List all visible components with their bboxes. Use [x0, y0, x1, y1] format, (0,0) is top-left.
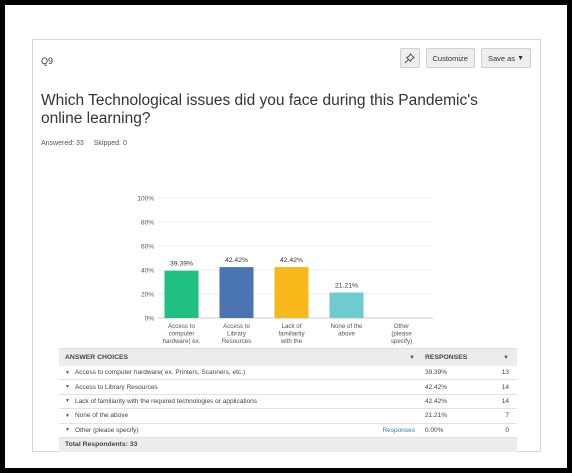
response-percent: 42.42% — [425, 383, 448, 391]
answer-choice-label: Lack of familiarity with the required te… — [74, 397, 258, 405]
response-count: 13 — [501, 369, 509, 377]
response-count: 14 — [501, 397, 509, 405]
category-label: (please — [391, 331, 412, 338]
answered-count: Answered: 33 — [41, 140, 84, 147]
header-choices-label: ANSWER CHOICES — [65, 354, 129, 361]
table-row: ▼ Access to computer hardware( ex. Printe… — [59, 366, 517, 381]
category-label: Other — [394, 323, 409, 330]
customize-label: Customize — [432, 53, 468, 63]
total-respondents: Total Respondents: 33 — [59, 437, 517, 452]
table-header: ANSWER CHOICES ▼ RESPONSES ▼ — [59, 348, 517, 366]
category-label: specify) — [391, 338, 412, 345]
answer-choice[interactable]: ▼ Access to computer hardware( ex. Printe… — [59, 369, 373, 376]
table-row: ▼ Lack of familiarity with the required t… — [59, 395, 517, 410]
response-percent: 42.42% — [425, 397, 448, 405]
answer-choice-label: Other (please specify) — [74, 426, 139, 434]
table-row: ▼ Other (please specify) Responses 0.00% 0 — [59, 424, 517, 438]
y-tick-label: 60% — [141, 244, 154, 251]
save-as-button[interactable]: Save as ▼ — [480, 48, 531, 68]
bar — [329, 292, 364, 318]
question-title: Which Technological issues did you face … — [41, 92, 478, 127]
response-count: 7 — [505, 412, 509, 420]
question-card: Q9 Customize Save as ▼ Which Technologica… — [32, 39, 541, 452]
caret-down-icon: ▼ — [503, 355, 509, 361]
bar-value-label: 42.42% — [280, 257, 303, 264]
bar — [274, 267, 309, 318]
category-label: Library — [227, 331, 247, 338]
pin-icon — [404, 52, 415, 63]
bar — [164, 270, 199, 318]
category-label: with the — [280, 338, 303, 345]
response-percent: 0.00% — [425, 426, 444, 434]
header-count-caret[interactable]: ▼ — [487, 354, 517, 361]
answer-choice-label: Access to Library Resources — [74, 383, 158, 391]
category-label: above — [338, 331, 355, 338]
answer-choice[interactable]: ▼ None of the above — [59, 412, 373, 419]
header-answer-choices[interactable]: ANSWER CHOICES — [59, 354, 373, 361]
category-label: familiarity — [278, 331, 305, 338]
category-label: Resources — [222, 338, 252, 345]
y-tick-label: 100% — [137, 196, 154, 203]
response-count: 0 — [505, 426, 509, 434]
bar-value-label: 39.39% — [170, 261, 193, 268]
y-tick-label: 40% — [141, 268, 154, 275]
caret-down-icon[interactable]: ▼ — [65, 427, 70, 433]
bar-value-label: 21.21% — [335, 283, 358, 290]
answer-choice-label: Access to computer hardware( ex. Printer… — [74, 369, 246, 377]
toolbar: Customize Save as ▼ — [399, 48, 531, 68]
response-percent: 21.21% — [425, 412, 448, 420]
answer-choice-label: None of the above — [74, 412, 129, 420]
answer-table: ANSWER CHOICES ▼ RESPONSES ▼ ▼ Access to … — [59, 348, 517, 452]
bar-value-label: 42.42% — [225, 257, 248, 264]
table-body: ▼ Access to computer hardware( ex. Printe… — [59, 366, 517, 438]
y-tick-label: 20% — [141, 292, 154, 299]
category-label: Lack of — [282, 323, 302, 330]
bar-chart: 0%20%40%60%80%100%39.39%Access tocompute… — [137, 196, 433, 345]
caret-down-icon: ▼ — [409, 355, 415, 361]
header-responses[interactable]: RESPONSES — [425, 354, 487, 361]
page-frame: Q9 Customize Save as ▼ Which Technologica… — [5, 5, 567, 468]
response-count: 14 — [501, 383, 509, 391]
category-label: hardware( ex. — [163, 338, 201, 345]
table-row: ▼ Access to Library Resources 42.42% 14 — [59, 380, 517, 395]
question-number: Q9 — [41, 56, 54, 66]
caret-down-icon[interactable]: ▼ — [65, 413, 70, 419]
save-as-label: Save as — [487, 53, 516, 63]
caret-down-icon[interactable]: ▼ — [65, 384, 70, 390]
answer-choice[interactable]: ▼ Access to Library Resources — [59, 384, 373, 391]
category-label: Access to — [168, 323, 195, 330]
answer-choice[interactable]: ▼ Other (please specify) — [59, 427, 373, 434]
response-percent: 39.39% — [425, 369, 448, 377]
category-label: None of the — [331, 323, 364, 330]
pin-button[interactable] — [399, 48, 420, 68]
category-label: Access to — [223, 323, 250, 330]
customize-button[interactable]: Customize — [425, 48, 475, 68]
header-responses-label: RESPONSES — [425, 354, 468, 361]
caret-down-icon[interactable]: ▼ — [65, 398, 70, 404]
answer-choice[interactable]: ▼ Lack of familiarity with the required t… — [59, 398, 373, 405]
header-sort-caret[interactable]: ▼ — [373, 354, 425, 361]
caret-down-icon[interactable]: ▼ — [65, 370, 70, 376]
caret-down-icon: ▼ — [517, 54, 524, 62]
category-label: computer — [169, 331, 195, 338]
responses-link[interactable]: Responses — [373, 427, 425, 434]
skipped-count: Skipped: 0 — [93, 140, 127, 147]
y-tick-label: 0% — [145, 316, 155, 323]
bar — [219, 267, 254, 318]
response-meta: Answered: 33 Skipped: 0 — [41, 140, 135, 147]
y-tick-label: 80% — [141, 220, 154, 227]
table-row: ▼ None of the above 21.21% 7 — [59, 409, 517, 424]
